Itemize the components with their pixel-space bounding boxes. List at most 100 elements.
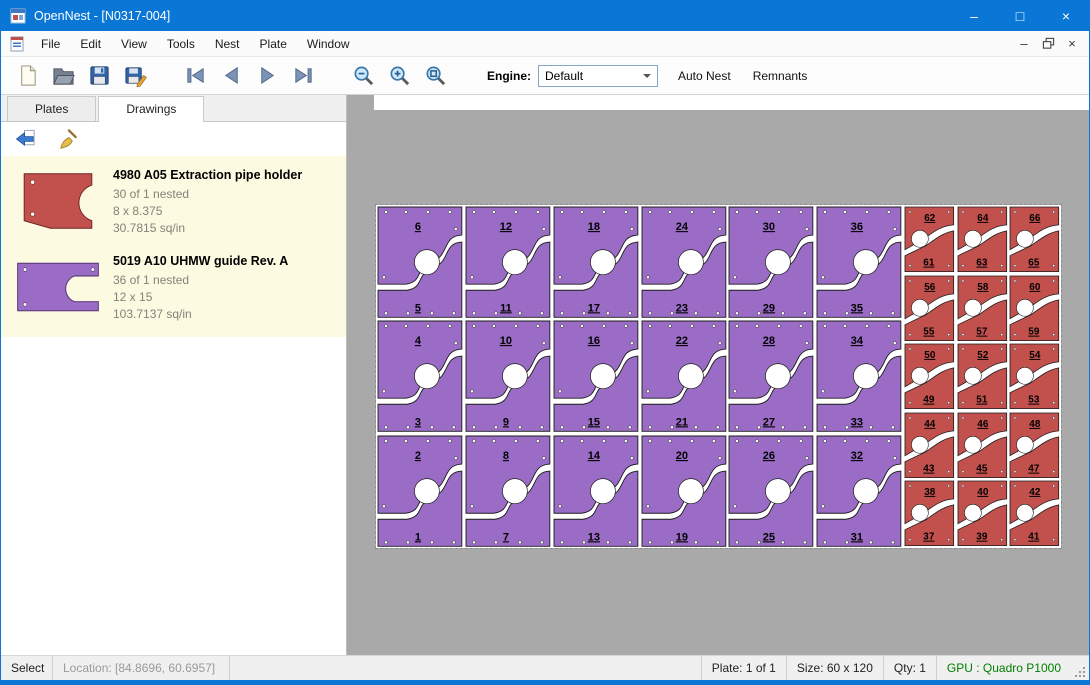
nest-cell[interactable]: 5655 xyxy=(903,274,956,343)
menu-plate[interactable]: Plate xyxy=(250,32,297,56)
nest-cell[interactable]: 2423 xyxy=(640,205,728,319)
nest-cell[interactable]: 87 xyxy=(464,434,552,548)
nest-cell[interactable]: 4241 xyxy=(1008,479,1061,548)
nest-cell[interactable]: 1413 xyxy=(552,434,640,548)
nest-cell[interactable]: 65 xyxy=(376,205,464,319)
drill-hole xyxy=(892,426,895,429)
drawing-title: 5019 A10 UHMW guide Rev. A xyxy=(113,253,288,270)
window-bottom-frame xyxy=(1,680,1089,684)
nest-canvas[interactable]: 6512111817242330293635431091615222128273… xyxy=(347,95,1089,655)
drill-hole xyxy=(602,439,605,442)
nest-cell[interactable]: 5049 xyxy=(903,342,956,411)
nest-cell[interactable]: 6463 xyxy=(956,205,1009,274)
mdi-close-button[interactable]: × xyxy=(1060,34,1084,54)
menu-tools[interactable]: Tools xyxy=(157,32,205,56)
drill-hole xyxy=(582,540,585,543)
next-plate-button[interactable] xyxy=(249,60,285,92)
nest-cell[interactable]: 1615 xyxy=(552,319,640,433)
close-button[interactable]: × xyxy=(1043,1,1089,31)
tab-plates[interactable]: Plates xyxy=(7,96,96,121)
part-cutout xyxy=(766,364,791,389)
nest-cell[interactable]: 4645 xyxy=(956,411,1009,480)
maximize-button[interactable]: □ xyxy=(997,1,1043,31)
nest-cell[interactable]: 6059 xyxy=(1008,274,1061,343)
resize-grip[interactable] xyxy=(1071,656,1089,680)
drill-hole xyxy=(806,228,809,231)
engine-select[interactable]: Default xyxy=(538,65,658,87)
nest-cell[interactable]: 2827 xyxy=(727,319,815,433)
drill-hole xyxy=(472,426,475,429)
zoom-in-button[interactable] xyxy=(381,60,417,92)
open-button[interactable] xyxy=(45,60,81,92)
nest-cell[interactable]: 5251 xyxy=(956,342,1009,411)
save-button[interactable] xyxy=(81,60,117,92)
nest-cell[interactable]: 3837 xyxy=(903,479,956,548)
nest-cell[interactable]: 2625 xyxy=(727,434,815,548)
nest-cell[interactable]: 6665 xyxy=(1008,205,1061,274)
nest-cell[interactable]: 5453 xyxy=(1008,342,1061,411)
nest-cell[interactable]: 2019 xyxy=(640,434,728,548)
part-cutout xyxy=(766,478,791,503)
drawing-item-uhmw-guide[interactable]: 5019 A10 UHMW guide Rev. A 36 of 1 neste… xyxy=(1,245,346,331)
drawing-area: 103.7137 sq/in xyxy=(113,306,288,323)
drill-hole xyxy=(800,211,803,214)
drill-hole xyxy=(628,426,631,429)
drill-hole xyxy=(894,342,897,345)
nest-cell[interactable]: 4039 xyxy=(956,479,1009,548)
menu-view[interactable]: View xyxy=(111,32,157,56)
nest-cell[interactable]: 43 xyxy=(376,319,464,433)
nest-cell[interactable]: 5857 xyxy=(956,274,1009,343)
mdi-restore-button[interactable] xyxy=(1036,34,1060,54)
save-as-button[interactable] xyxy=(117,60,153,92)
nest-cell[interactable]: 21 xyxy=(376,434,464,548)
drill-hole xyxy=(1000,348,1002,350)
nest-cell[interactable]: 4847 xyxy=(1008,411,1061,480)
last-plate-button[interactable] xyxy=(285,60,321,92)
auto-nest-button[interactable]: Auto Nest xyxy=(676,65,733,87)
nest-cell[interactable]: 3635 xyxy=(815,205,903,319)
drawing-item-extraction-pipe-holder[interactable]: 4980 A05 Extraction pipe holder 30 of 1 … xyxy=(1,159,346,245)
zoom-out-button[interactable] xyxy=(345,60,381,92)
nest-cell[interactable]: 109 xyxy=(464,319,552,433)
drill-hole xyxy=(494,312,497,315)
import-drawing-button[interactable] xyxy=(11,126,39,153)
clear-drawings-button[interactable] xyxy=(53,126,81,153)
mdi-minimize-button[interactable]: – xyxy=(1012,34,1036,54)
nest-cell[interactable]: 1817 xyxy=(552,205,640,319)
menu-edit[interactable]: Edit xyxy=(70,32,111,56)
nest-cell[interactable]: 1211 xyxy=(464,205,552,319)
status-mode: Select xyxy=(1,656,53,680)
menu-nest[interactable]: Nest xyxy=(205,32,250,56)
plate[interactable]: 6512111817242330293635431091615222128273… xyxy=(376,205,1061,548)
tabstrip: Plates Drawings xyxy=(1,95,346,122)
tab-drawings[interactable]: Drawings xyxy=(98,96,204,122)
drill-hole xyxy=(736,439,739,442)
part-number: 61 xyxy=(923,258,935,269)
part-number: 22 xyxy=(675,335,687,347)
nest-cell[interactable]: 3029 xyxy=(727,205,815,319)
minimize-button[interactable]: – xyxy=(951,1,997,31)
nest-cell[interactable]: 4443 xyxy=(903,411,956,480)
drill-hole xyxy=(452,426,455,429)
nest-cell[interactable]: 3231 xyxy=(815,434,903,548)
drill-hole xyxy=(909,348,911,350)
remnants-button[interactable]: Remnants xyxy=(751,65,810,87)
new-button[interactable] xyxy=(9,60,45,92)
menu-window[interactable]: Window xyxy=(297,32,360,56)
first-plate-button[interactable] xyxy=(177,60,213,92)
drill-hole xyxy=(1000,333,1002,335)
drill-hole xyxy=(404,325,407,328)
nest-cell[interactable]: 3433 xyxy=(815,319,903,433)
drill-hole xyxy=(712,325,715,328)
drill-hole xyxy=(824,540,827,543)
nest-cell[interactable]: 2221 xyxy=(640,319,728,433)
status-location: Location: [84.8696, 60.6957] xyxy=(53,656,230,680)
drill-hole xyxy=(758,540,761,543)
drill-hole xyxy=(716,312,719,315)
nest-cell[interactable]: 6261 xyxy=(903,205,956,274)
drill-hole xyxy=(866,211,869,214)
zoom-to-fit-button[interactable] xyxy=(417,60,453,92)
drill-hole xyxy=(492,211,495,214)
menu-file[interactable]: File xyxy=(31,32,70,56)
previous-plate-button[interactable] xyxy=(213,60,249,92)
